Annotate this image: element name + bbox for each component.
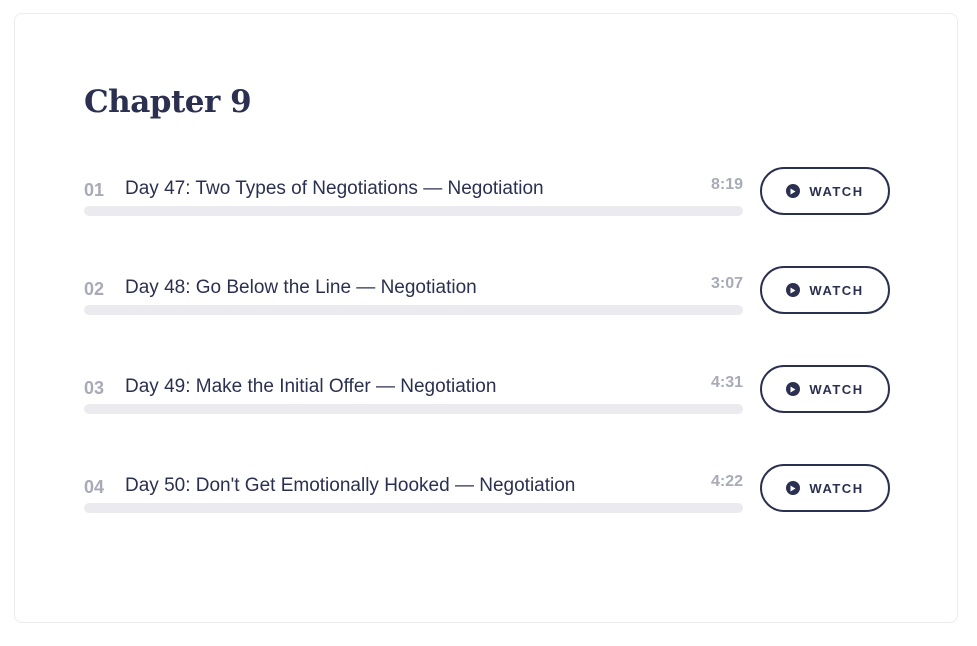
lesson-row: 02 Day 48: Go Below the Line — Negotiati…	[84, 266, 893, 329]
lesson-progress-bar	[84, 404, 743, 414]
watch-button-label: WATCH	[809, 282, 864, 298]
play-circle-icon	[786, 184, 801, 198]
lesson-number: 02	[84, 279, 105, 299]
lesson-progress-bar	[84, 503, 743, 513]
watch-button-label: WATCH	[809, 183, 864, 199]
lesson-title[interactable]: Day 47: Two Types of Negotiations — Nego…	[125, 178, 544, 200]
play-circle-icon	[786, 382, 801, 396]
lesson-duration: 8:19	[710, 176, 743, 193]
lesson-number: 03	[84, 378, 105, 398]
play-circle-icon	[786, 481, 801, 495]
lesson-progress-bar	[84, 305, 743, 315]
watch-button-label: WATCH	[809, 480, 864, 496]
watch-button[interactable]: WATCH	[760, 167, 890, 215]
lesson-title[interactable]: Day 49: Make the Initial Offer — Negotia…	[125, 376, 496, 398]
watch-button[interactable]: WATCH	[760, 266, 890, 314]
lesson-title[interactable]: Day 48: Go Below the Line — Negotiation	[125, 277, 477, 299]
lesson-row: 03 Day 49: Make the Initial Offer — Nego…	[84, 365, 893, 428]
lesson-duration: 3:07	[710, 275, 743, 292]
watch-button[interactable]: WATCH	[760, 365, 890, 413]
lesson-title[interactable]: Day 50: Don't Get Emotionally Hooked — N…	[125, 475, 575, 497]
chapter-title: Chapter 9	[84, 84, 252, 120]
watch-button-label: WATCH	[809, 381, 864, 397]
chapter-card: Chapter 9 01 Day 47: Two Types of Negoti…	[14, 13, 958, 623]
lesson-duration: 4:31	[710, 374, 743, 391]
watch-button[interactable]: WATCH	[760, 464, 890, 512]
lesson-duration: 4:22	[710, 473, 743, 490]
lesson-number: 01	[84, 180, 105, 200]
lesson-row: 04 Day 50: Don't Get Emotionally Hooked …	[84, 464, 893, 527]
lesson-progress-bar	[84, 206, 743, 216]
play-circle-icon	[786, 283, 801, 297]
lesson-row: 01 Day 47: Two Types of Negotiations — N…	[84, 167, 893, 230]
lesson-number: 04	[84, 477, 105, 497]
